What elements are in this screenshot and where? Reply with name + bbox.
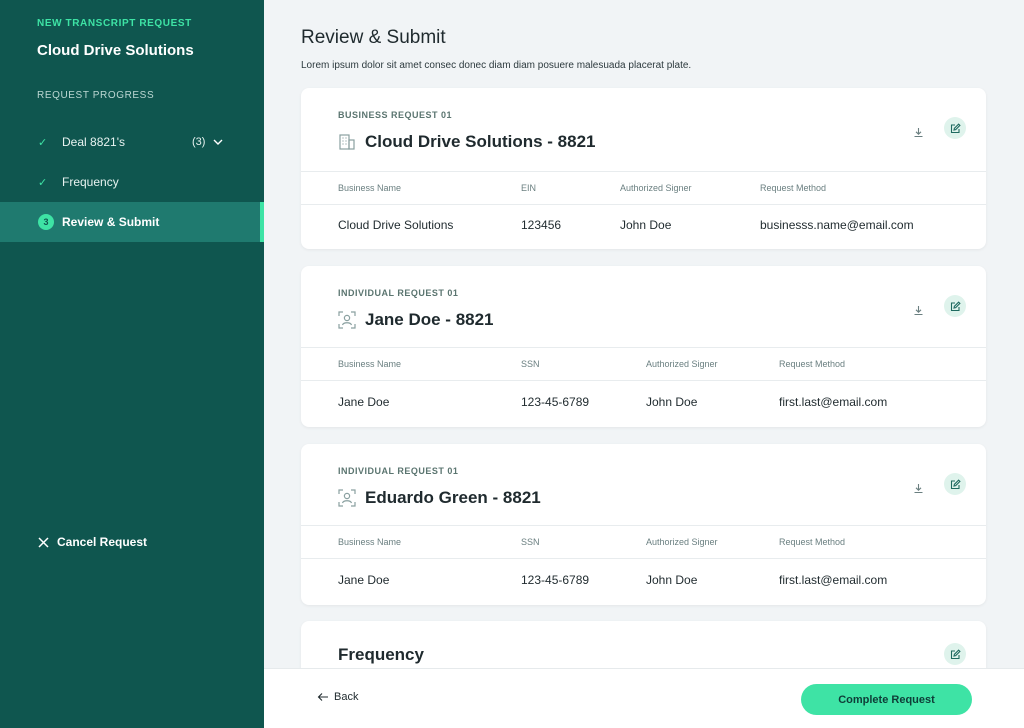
check-icon: ✓ [38,176,48,189]
column-header: Authorized Signer [620,183,692,193]
page-description: Lorem ipsum dolor sit amet consec donec … [301,60,692,71]
sidebar: NEW TRANSCRIPT REQUEST Cloud Drive Solut… [0,0,264,728]
main-content: Review & Submit Lorem ipsum dolor sit am… [264,0,1024,668]
edit-icon [950,478,961,489]
download-icon [914,483,922,493]
person-icon [338,489,356,507]
edit-button[interactable] [944,117,966,139]
edit-icon [950,300,961,311]
card-title: Cloud Drive Solutions - 8821 [365,132,596,151]
cell-authorized-signer: John Doe [646,573,698,587]
card-title: Eduardo Green - 8821 [365,488,541,507]
step-label: Review & Submit [62,215,160,229]
cell-ssn: 123-45-6789 [521,573,590,587]
chevron-down-icon[interactable] [212,136,224,148]
table-row: Jane Doe 123-45-6789 John Doe first.last… [301,560,986,600]
column-header: Request Method [779,359,846,369]
card-header: Jane Doe - 8821 [338,310,494,330]
individual-request-card: INDIVIDUAL REQUEST 01 Jane Doe - 8821 Bu… [301,266,986,427]
cell-authorized-signer: John Doe [620,218,672,232]
step-number-badge: 3 [38,214,54,230]
cell-ssn: 123-45-6789 [521,395,590,409]
step-label: Frequency [62,175,119,189]
column-header: Business Name [338,183,402,193]
card-header: Eduardo Green - 8821 [338,488,541,508]
column-header: Authorized Signer [646,359,718,369]
cell-request-method: first.last@email.com [779,395,888,409]
cell-ein: 123456 [521,218,562,232]
page-title: Review & Submit [301,27,446,48]
card-column-headers: Business Name SSN Authorized Signer Requ… [301,347,986,381]
column-header: Request Method [760,183,827,193]
cell-business-name: Jane Doe [338,573,390,587]
building-icon [339,134,355,150]
column-header: Authorized Signer [646,537,718,547]
card-column-headers: Business Name EIN Authorized Signer Requ… [301,171,986,205]
business-request-card: BUSINESS REQUEST 01 Cloud Drive Solution… [301,88,986,249]
step-label: Deal 8821's [62,135,125,149]
person-icon [338,311,356,329]
card-title: Jane Doe - 8821 [365,310,494,329]
table-row: Cloud Drive Solutions 123456 John Doe bu… [301,205,986,245]
download-button[interactable] [907,477,929,499]
cell-request-method: first.last@email.com [779,573,888,587]
column-header: Business Name [338,537,402,547]
progress-section-label: REQUEST PROGRESS [37,90,155,101]
card-column-headers: Business Name SSN Authorized Signer Requ… [301,525,986,559]
step-count: (3) [192,136,206,148]
card-title: Frequency [338,645,424,664]
frequency-card: Frequency [301,621,986,668]
back-button[interactable]: Back [317,691,358,703]
column-header: SSN [521,537,540,547]
arrow-left-icon [317,693,328,701]
download-icon [914,305,922,315]
cell-request-method: businesss.name@email.com [760,218,914,232]
card-kicker: INDIVIDUAL REQUEST 01 [338,466,459,476]
table-row: Jane Doe 123-45-6789 John Doe first.last… [301,382,986,422]
column-header: EIN [521,183,537,193]
individual-request-card: INDIVIDUAL REQUEST 01 Eduardo Green - 88… [301,444,986,605]
card-kicker: BUSINESS REQUEST 01 [338,110,453,120]
cell-business-name: Cloud Drive Solutions [338,218,454,232]
step-review-submit[interactable]: 3 Review & Submit [0,202,264,242]
edit-button[interactable] [944,643,966,665]
column-header: Business Name [338,359,402,369]
download-button[interactable] [907,299,929,321]
edit-button[interactable] [944,473,966,495]
edit-icon [950,648,961,659]
back-label: Back [334,691,359,703]
edit-icon [950,122,961,133]
close-icon [38,536,49,548]
download-icon [914,127,922,137]
cell-business-name: Jane Doe [338,395,390,409]
sidebar-company-name: Cloud Drive Solutions [37,42,194,59]
sidebar-kicker: NEW TRANSCRIPT REQUEST [37,18,192,29]
download-button[interactable] [907,121,929,143]
cancel-request-button[interactable]: Cancel Request [38,535,147,549]
card-kicker: INDIVIDUAL REQUEST 01 [338,288,459,298]
card-header: Cloud Drive Solutions - 8821 [338,132,596,152]
edit-button[interactable] [944,295,966,317]
cancel-label: Cancel Request [57,535,148,549]
footer-bar: Back Complete Request [264,668,1024,728]
complete-request-button[interactable]: Complete Request [801,684,972,715]
column-header: Request Method [779,537,846,547]
step-frequency[interactable]: ✓ Frequency [0,162,264,202]
column-header: SSN [521,359,540,369]
check-icon: ✓ [38,136,48,149]
step-deal[interactable]: ✓ Deal 8821's (3) [0,122,264,162]
cell-authorized-signer: John Doe [646,395,698,409]
